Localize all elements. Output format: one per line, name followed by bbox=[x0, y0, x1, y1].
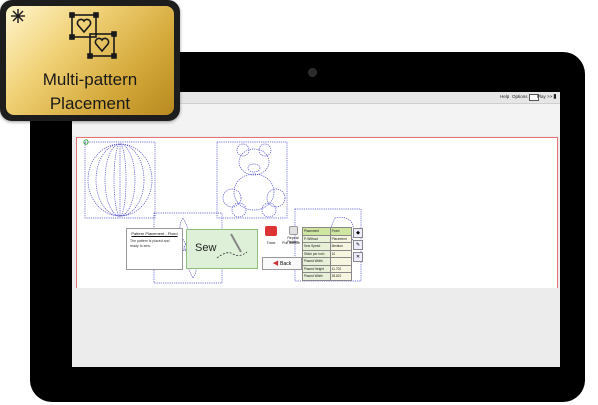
sparkle-icon bbox=[11, 9, 25, 23]
table-row: Sew Speed Medium bbox=[302, 242, 353, 251]
repeat-icon bbox=[288, 226, 298, 235]
bottom-panel bbox=[72, 288, 560, 367]
edit-icon[interactable]: ✎ bbox=[353, 240, 363, 250]
settings-icon[interactable]: ✕ bbox=[353, 252, 363, 262]
back-arrow-icon: ◀ bbox=[272, 260, 279, 267]
badge-plate: Multi-pattern Placement bbox=[6, 6, 174, 115]
needle-icon: ▮ bbox=[553, 94, 557, 100]
table-row: Stitch per Inch 10 bbox=[302, 249, 353, 258]
table-row: P-Without Placement bbox=[302, 234, 353, 243]
back-button[interactable]: ◀ Back bbox=[262, 257, 302, 270]
spool-button[interactable] bbox=[262, 226, 280, 237]
badge-title-line2: Placement bbox=[49, 94, 131, 113]
badge-title: Multi-pattern Placement bbox=[6, 68, 174, 116]
camera-dot bbox=[308, 68, 317, 77]
feature-badge: Multi-pattern Placement bbox=[0, 0, 180, 121]
heart-frame-icon bbox=[87, 31, 117, 59]
sew-button[interactable]: Sew bbox=[186, 229, 258, 269]
help-button[interactable]: Help bbox=[500, 93, 509, 101]
pattern-thumb-icon[interactable]: ◆ bbox=[353, 228, 363, 238]
table-row: Placement Fixed bbox=[302, 227, 353, 236]
badge-title-line1: Multi-pattern bbox=[42, 70, 138, 89]
trace-button[interactable]: Trace bbox=[264, 241, 278, 245]
table-row: Placed Width 28.821 bbox=[302, 272, 353, 281]
pull-bobbin-button[interactable]: Pull Bobbin bbox=[282, 241, 300, 245]
table-row: Placed Width bbox=[302, 257, 353, 266]
ball-pattern[interactable] bbox=[84, 141, 156, 219]
spool-icon bbox=[265, 226, 277, 236]
setting-icons: ◆ ✎ ✕ bbox=[353, 228, 363, 264]
dialog-text: The pattern is placed and ready to sew. bbox=[130, 239, 170, 248]
heart-frame-icon bbox=[69, 12, 99, 40]
placement-dialog: Pattern Placement - Fixed The pattern is… bbox=[126, 228, 183, 270]
table-row: Placed Height 11.702 bbox=[302, 264, 353, 273]
options-button[interactable]: Options bbox=[512, 93, 539, 101]
settings-table: Placement Fixed P-Without Placement Sew Sp… bbox=[302, 227, 353, 281]
teddy-bear-pattern[interactable] bbox=[216, 141, 288, 219]
badge-graphics bbox=[11, 9, 117, 59]
dialog-title: Pattern Placement - Fixed bbox=[131, 231, 178, 236]
play-button[interactable]: Play >> ▮ bbox=[537, 93, 557, 101]
needle-thread-icon bbox=[216, 233, 248, 259]
